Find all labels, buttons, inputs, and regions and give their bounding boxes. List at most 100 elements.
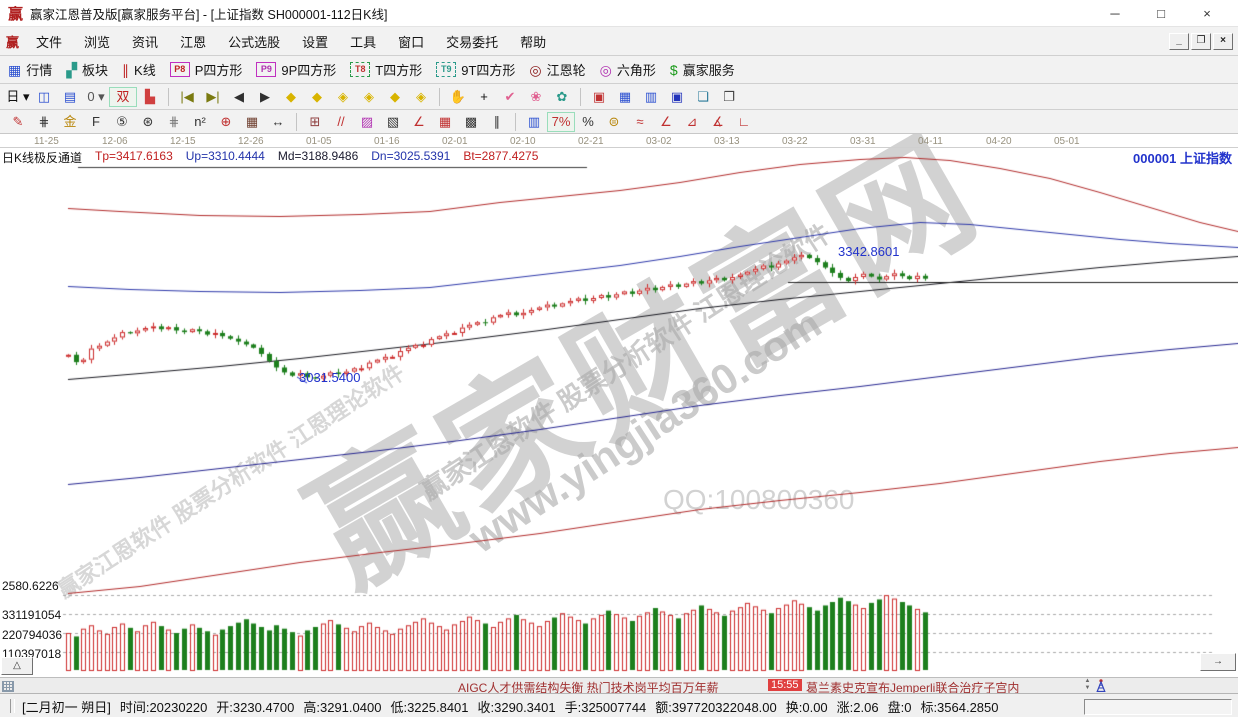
- close-icon[interactable]: ×: [1184, 1, 1230, 26]
- spinner-up-icon[interactable]: ▲: [1085, 678, 1091, 684]
- compress-y-icon[interactable]: ◈: [330, 87, 356, 107]
- trend-angle-3-icon[interactable]: ∡: [705, 112, 731, 132]
- gann-compass-icon[interactable]: ⊛: [135, 112, 161, 132]
- zoom-window-icon[interactable]: ◫: [31, 87, 57, 107]
- grid-dark-icon[interactable]: ▩: [458, 112, 484, 132]
- toolbar-button-market-quotes[interactable]: ▦行情: [8, 60, 52, 79]
- knot-marker-icon[interactable]: ✿: [549, 87, 575, 107]
- menu-item-tools[interactable]: 工具: [339, 32, 387, 51]
- angle-line-icon[interactable]: ∠: [406, 112, 432, 132]
- menu-item-help[interactable]: 帮助: [509, 32, 557, 51]
- expand-y-icon[interactable]: ◈: [356, 87, 382, 107]
- price-grid-icon[interactable]: ▦: [239, 112, 265, 132]
- gann-wheel-icon: ◎: [529, 63, 541, 77]
- step-back-icon[interactable]: ◀: [226, 87, 252, 107]
- toolbar-button-sectors[interactable]: ▞板块: [66, 60, 108, 79]
- percent-icon[interactable]: %: [575, 112, 601, 132]
- toolbar-button-kline[interactable]: ∥K线: [122, 60, 156, 79]
- jump-first-icon[interactable]: |◀: [174, 87, 200, 107]
- list-view-icon[interactable]: ▤: [57, 87, 83, 107]
- mdi-restore-icon[interactable]: ❐: [1191, 33, 1211, 50]
- status-segment: 低:3225.8401: [390, 697, 468, 716]
- save-icon[interactable]: ▣: [664, 87, 690, 107]
- box-tool-icon[interactable]: ⊞: [302, 112, 328, 132]
- scroll-right-button[interactable]: →: [1200, 653, 1236, 671]
- target-circle-icon[interactable]: ⊕: [213, 112, 239, 132]
- hatch-lines-icon[interactable]: ⋕: [31, 112, 57, 132]
- color-kline-icon[interactable]: ▙: [137, 87, 163, 107]
- crosshair-icon[interactable]: +: [471, 87, 497, 107]
- menu-item-browse[interactable]: 浏览: [73, 32, 121, 51]
- expand-x-icon[interactable]: ◆: [304, 87, 330, 107]
- channel-value-label: Up=3310.4444: [186, 149, 265, 166]
- golden-circle-icon[interactable]: ⊜: [601, 112, 627, 132]
- indicator-dropdown[interactable]: 0 ▾: [83, 87, 109, 107]
- toolbar-button-winner-service[interactable]: $赢家服务: [670, 60, 735, 79]
- date-tick-label: 01-05: [306, 136, 332, 147]
- menu-item-settings[interactable]: 设置: [291, 32, 339, 51]
- gann-box-dark-icon[interactable]: ▧: [380, 112, 406, 132]
- report-icon[interactable]: ▥: [638, 87, 664, 107]
- volume-stats-icon[interactable]: ▥: [521, 112, 547, 132]
- status-grip: [10, 699, 15, 713]
- trend-angle-1-icon[interactable]: ∠: [653, 112, 679, 132]
- spiral-icon[interactable]: ⑤: [109, 112, 135, 132]
- minimize-icon[interactable]: ─: [1092, 1, 1138, 26]
- toolbar-button-gann-wheel[interactable]: ◎江恩轮: [529, 60, 585, 79]
- maximize-icon[interactable]: □: [1138, 1, 1184, 26]
- menu-item-formula-pick[interactable]: 公式选股: [217, 32, 291, 51]
- menu-item-file[interactable]: 文件: [25, 32, 73, 51]
- channel-value-label: Dn=3025.5391: [371, 149, 450, 166]
- toolbar-button-9p-square[interactable]: P9 9P四方形: [256, 60, 336, 79]
- n-square-icon[interactable]: n²: [187, 112, 213, 132]
- toolbar-button-p-square[interactable]: P8P四方形: [170, 60, 243, 79]
- toolbar-button-hexagon[interactable]: ◎六角形: [600, 60, 656, 79]
- calendar-icon[interactable]: ▣: [586, 87, 612, 107]
- compress-x-icon[interactable]: ◆: [278, 87, 304, 107]
- 9p-square-icon: P9: [256, 62, 276, 77]
- ticker-scroll-spinner[interactable]: ▲ ▼: [1083, 678, 1092, 692]
- mdi-close-icon[interactable]: ×: [1213, 33, 1233, 50]
- grid-red-icon[interactable]: ▦: [432, 112, 458, 132]
- help-book-icon[interactable]: ❐: [716, 87, 742, 107]
- menu-item-news[interactable]: 资讯: [121, 32, 169, 51]
- menu-item-gann[interactable]: 江恩: [169, 32, 217, 51]
- step-forward-icon[interactable]: ▶: [252, 87, 278, 107]
- mdi-minimize-icon[interactable]: _: [1169, 33, 1189, 50]
- check-marker-icon[interactable]: ✔: [497, 87, 523, 107]
- export-icon[interactable]: ❏: [690, 87, 716, 107]
- hand-tool-icon[interactable]: ✋: [445, 87, 471, 107]
- trend-angle-4-icon[interactable]: ∟: [731, 112, 757, 132]
- status-right-panel: [1084, 699, 1232, 715]
- kline-chart-canvas[interactable]: [0, 134, 1238, 677]
- trend-angle-2-icon[interactable]: ⊿: [679, 112, 705, 132]
- expand-all-icon[interactable]: ◈: [408, 87, 434, 107]
- spinner-down-icon[interactable]: ▼: [1085, 685, 1091, 691]
- menu-item-window[interactable]: 窗口: [387, 32, 435, 51]
- toolbar-button-t-square[interactable]: T8T四方形: [350, 60, 422, 79]
- time-lines-icon[interactable]: ⋕: [161, 112, 187, 132]
- status-segment: 额:397720322048.00: [655, 697, 776, 716]
- status-segment: 标:3564.2850: [920, 697, 998, 716]
- golden-section-icon[interactable]: 金: [57, 112, 83, 132]
- period-button[interactable]: 日 ▾: [5, 87, 31, 107]
- width-adjust-icon[interactable]: ↔: [265, 112, 291, 132]
- flower-marker-icon[interactable]: ❀: [523, 87, 549, 107]
- toolbar-button-9t-square[interactable]: T99T四方形: [436, 60, 515, 79]
- 9p-square-label: 9P四方形: [281, 60, 336, 79]
- toolbar-separator: [515, 113, 516, 131]
- percent-box-icon[interactable]: 7%: [547, 112, 575, 132]
- compress-all-icon[interactable]: ◆: [382, 87, 408, 107]
- menu-item-trade[interactable]: 交易委托: [435, 32, 509, 51]
- fan-lines-icon[interactable]: //: [328, 112, 354, 132]
- calculator-icon[interactable]: ▦: [612, 87, 638, 107]
- expand-pane-button[interactable]: △: [1, 657, 33, 675]
- gann-pencil-icon[interactable]: ✎: [5, 112, 31, 132]
- wave-tool-icon[interactable]: ≈: [627, 112, 653, 132]
- parallel-lines-icon[interactable]: ∥: [484, 112, 510, 132]
- fibonacci-icon[interactable]: F: [83, 112, 109, 132]
- gann-box-icon[interactable]: ▨: [354, 112, 380, 132]
- jump-last-icon[interactable]: ▶|: [200, 87, 226, 107]
- date-axis-separator: [0, 147, 1238, 148]
- overlay-toggle-icon[interactable]: 双: [109, 87, 137, 107]
